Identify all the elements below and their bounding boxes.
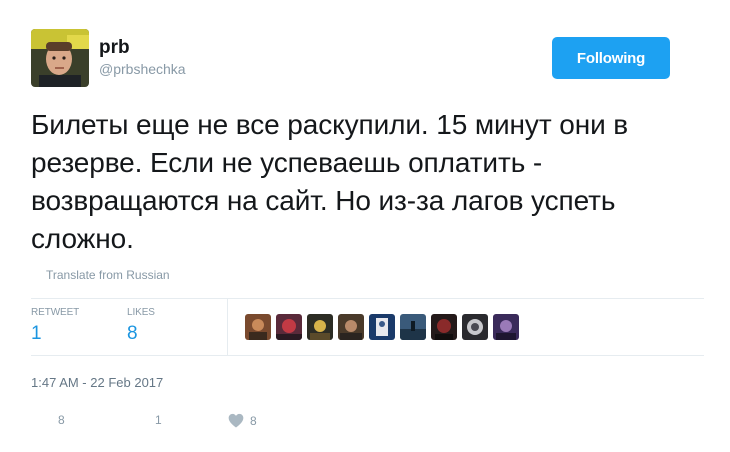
avatar[interactable] [31,29,89,87]
following-button[interactable]: Following [552,37,670,79]
retweet-stat[interactable]: RETWEET 1 [31,307,79,347]
reply-action[interactable]: 8 [58,413,65,427]
tweet-actions: 8 1 8 [31,413,331,433]
retweet-stat-label: RETWEET [31,307,80,318]
retweet-stat-count: 1 [31,323,42,344]
liker-avatar[interactable] [462,314,488,340]
likes-stat-label: LIKES [127,307,155,318]
likes-stat[interactable]: LIKES 8 [127,307,155,347]
translate-link[interactable]: Translate from Russian [46,268,170,282]
retweet-action[interactable]: 1 [155,413,162,427]
reply-count: 8 [58,413,65,427]
like-count: 8 [250,413,257,428]
liker-avatar[interactable] [431,314,457,340]
like-action[interactable]: 8 [228,413,257,428]
user-handle[interactable]: @prbshechka [99,60,186,78]
likes-stat-count: 8 [127,323,138,344]
tweet-text: Билеты еще не все раскупили. 15 минут он… [31,109,629,254]
tweet-header: prb @prbshechka Following [31,29,681,89]
liker-avatar[interactable] [369,314,395,340]
liker-avatars [245,314,519,340]
display-name[interactable]: prb [99,37,186,59]
tweet-stats: RETWEET 1 LIKES 8 [31,298,704,356]
stats-divider [227,299,228,356]
tweet-timestamp[interactable]: 1:47 AM - 22 Feb 2017 [31,375,163,390]
liker-avatar[interactable] [493,314,519,340]
liker-avatar[interactable] [245,314,271,340]
avatar-image [31,29,89,87]
liker-avatar[interactable] [338,314,364,340]
liker-avatar[interactable] [276,314,302,340]
retweet-count: 1 [155,413,162,427]
liker-avatar[interactable] [400,314,426,340]
heart-icon [228,413,244,428]
user-info: prb @prbshechka [99,37,186,78]
liker-avatar[interactable] [307,314,333,340]
